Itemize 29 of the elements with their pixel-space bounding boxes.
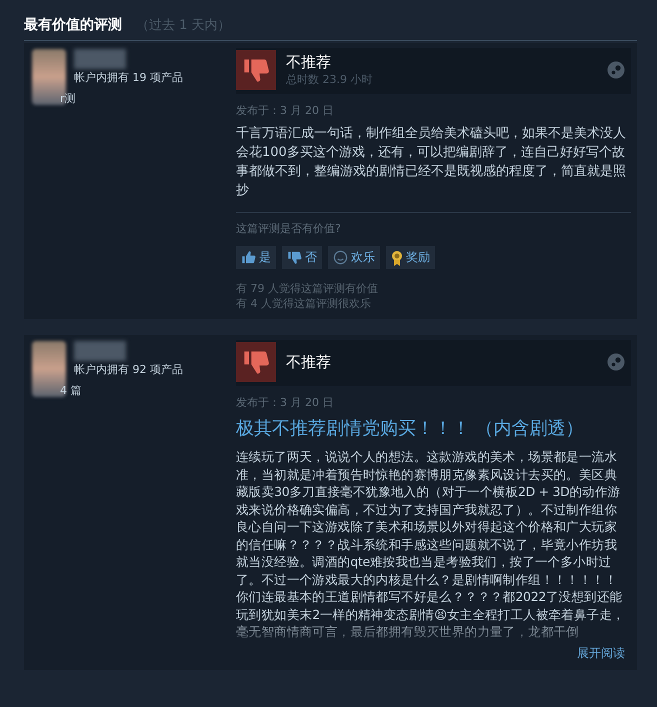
product-count: 帐户内拥有 19 项产品 xyxy=(74,70,183,85)
review-body: 连续玩了两天，说说个人的想法。这款游戏的美术，场景都是一流水准，当初就是冲着预告时惊艳的赛博朋克像素风设计去买的。美区典藏版卖30多刀直接毫不犹豫地入的（对于一个横板2D + 3D的动作游戏来说价格确实偏高，不过为了支持国产我就忍了）。不过制作组你良心自问一下这游戏除了美术和场景以外对得起这个价格和广大玩家的信任嘛？？？？战斗系统和手感这些问题就不说了，毕竟小作坊我就当没经验。调酒的qte难按我也当是考验我们，按了一个多小时过了。不过一个游戏最大的内核是什么？是剧情啊制作组！！！！！！你们连最基本的王道剧情都写不好是么？？？？都2022了没想到还能玩到犹如美末2一样的精神变态剧情😫女主全程打工人被牵着鼻子走，毫无智商情商可言，最后都拥有毁灭世界的力量了，龙都干倒 xyxy=(236,448,626,640)
vote-summary: 有 4 人觉得这篇评测很欢乐 xyxy=(236,296,372,311)
award-button[interactable]: 奖励 xyxy=(386,246,435,269)
read-more-link[interactable]: 展开阅读 xyxy=(577,644,625,662)
avatar xyxy=(32,341,66,397)
yes-button[interactable]: 是 xyxy=(236,246,276,269)
product-count: 帐户内拥有 92 项产品 xyxy=(74,362,183,377)
posted-date: 发布于：3 月 20 日 xyxy=(236,103,334,118)
review-body: 千言万语汇成一句话，制作组全员给美术磕头吧，如果不是美术没人会花100多买这个游戏，还有，可以把编剧辞了，连自己好好写个故事都做不到，整编游戏的剧情已经不是既视感的程度了，简直就是照抄 xyxy=(236,125,627,200)
section-title: 最有价值的评测 xyxy=(24,16,122,34)
verdict-label: 不推荐 xyxy=(286,352,331,372)
helpful-prompt: 这篇评测是否有价值? xyxy=(236,221,342,236)
review-count: r测 xyxy=(60,91,76,106)
blurred-username xyxy=(74,49,126,69)
smiley-icon xyxy=(333,250,348,265)
no-button[interactable]: 否 xyxy=(282,246,322,269)
review-title: 极其不推荐剧情党购买！！！ （内含剧透） xyxy=(236,417,585,440)
playtime: 总时数 23.9 小时 xyxy=(286,72,372,87)
medal-icon xyxy=(391,250,403,266)
review-count: 4 篇 xyxy=(60,383,82,398)
thumbs-down-icon xyxy=(287,250,302,265)
verdict-label: 不推荐 xyxy=(286,53,332,72)
posted-date: 发布于：3 月 20 日 xyxy=(236,395,334,410)
funny-button[interactable]: 欢乐 xyxy=(328,246,380,269)
avatar xyxy=(32,49,66,105)
vote-summary: 有 79 人觉得这篇评测有价值 xyxy=(236,281,379,296)
thumbs-up-icon xyxy=(241,250,256,265)
blurred-username xyxy=(74,341,126,361)
